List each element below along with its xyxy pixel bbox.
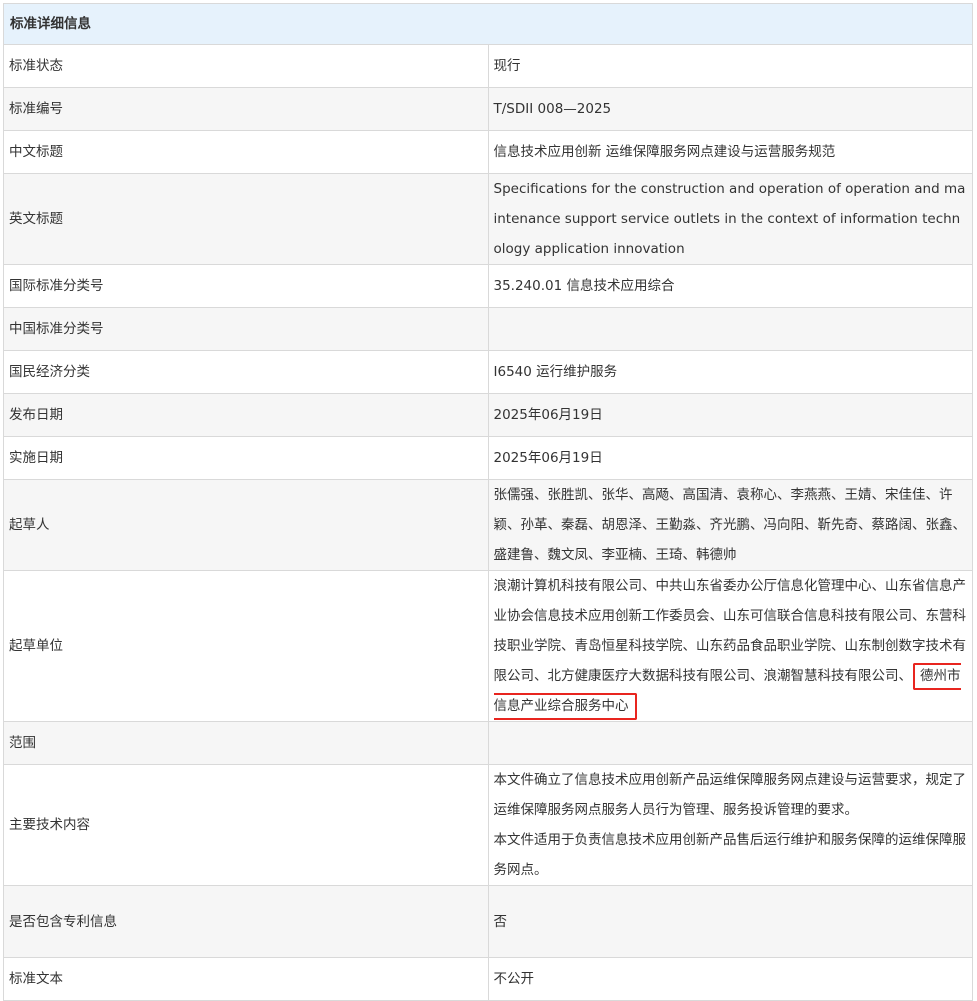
- row-label: 中国标准分类号: [3, 307, 489, 351]
- table-row: 是否包含专利信息 否: [3, 885, 973, 958]
- row-label: 标准编号: [3, 87, 489, 131]
- patent-value: 否: [487, 885, 973, 958]
- status-value: 现行: [487, 44, 973, 88]
- row-label: 起草人: [3, 479, 489, 571]
- economy-class-value: I6540 运行维护服务: [487, 350, 973, 394]
- publish-date-value: 2025年06月19日: [487, 393, 973, 437]
- ccs-value: [487, 307, 973, 351]
- table-row: 国民经济分类 I6540 运行维护服务: [3, 350, 973, 394]
- row-label: 是否包含专利信息: [3, 885, 489, 958]
- row-label: 标准文本: [3, 957, 489, 1001]
- english-title-value: Specifications for the construction and …: [487, 173, 973, 265]
- row-label: 标准状态: [3, 44, 489, 88]
- table-row: 英文标题 Specifications for the construction…: [3, 173, 973, 265]
- row-label: 中文标题: [3, 130, 489, 174]
- drafting-units-text: 浪潮计算机科技有限公司、中共山东省委办公厅信息化管理中心、山东省信息产业协会信息…: [493, 578, 967, 684]
- table-row: 标准文本 不公开: [3, 957, 973, 1001]
- ics-value: 35.240.01 信息技术应用综合: [487, 264, 973, 308]
- row-label: 国际标准分类号: [3, 264, 489, 308]
- row-label: 英文标题: [3, 173, 489, 265]
- table-row: 中国标准分类号: [3, 307, 973, 351]
- scope-value: [487, 721, 973, 765]
- table-row: 实施日期 2025年06月19日: [3, 436, 973, 480]
- row-label: 发布日期: [3, 393, 489, 437]
- effective-date-value: 2025年06月19日: [487, 436, 973, 480]
- tech-paragraph-2: 本文件适用于负责信息技术应用创新产品售后运行维护和服务保障的运维保障服务网点。: [493, 832, 967, 878]
- table-row: 国际标准分类号 35.240.01 信息技术应用综合: [3, 264, 973, 308]
- table-header-row: 标准详细信息: [3, 3, 973, 45]
- row-label: 范围: [3, 721, 489, 765]
- standard-detail-table: 标准详细信息 标准状态 现行 标准编号 T/SDII 008—2025 中文标题…: [3, 3, 973, 1001]
- row-label: 实施日期: [3, 436, 489, 480]
- standard-detail-panel: 标准详细信息 标准状态 现行 标准编号 T/SDII 008—2025 中文标题…: [3, 3, 973, 1001]
- table-row: 起草单位 浪潮计算机科技有限公司、中共山东省委办公厅信息化管理中心、山东省信息产…: [3, 570, 973, 722]
- table-row: 范围: [3, 721, 973, 765]
- row-label: 主要技术内容: [3, 764, 489, 886]
- panel-title: 标准详细信息: [3, 3, 973, 45]
- table-row: 发布日期 2025年06月19日: [3, 393, 973, 437]
- row-label: 起草单位: [3, 570, 489, 722]
- chinese-title-value: 信息技术应用创新 运维保障服务网点建设与运营服务规范: [487, 130, 973, 174]
- standard-number-value: T/SDII 008—2025: [487, 87, 973, 131]
- table-row: 标准编号 T/SDII 008—2025: [3, 87, 973, 131]
- table-row: 标准状态 现行: [3, 44, 973, 88]
- table-row: 中文标题 信息技术应用创新 运维保障服务网点建设与运营服务规范: [3, 130, 973, 174]
- tech-paragraph-1: 本文件确立了信息技术应用创新产品运维保障服务网点建设与运营要求，规定了运维保障服…: [493, 772, 967, 818]
- drafting-units-value: 浪潮计算机科技有限公司、中共山东省委办公厅信息化管理中心、山东省信息产业协会信息…: [487, 570, 973, 722]
- table-row: 起草人 张儒强、张胜凯、张华、高飏、高国清、袁称心、李燕燕、王婧、宋佳佳、许颖、…: [3, 479, 973, 571]
- drafters-value: 张儒强、张胜凯、张华、高飏、高国清、袁称心、李燕燕、王婧、宋佳佳、许颖、孙革、秦…: [487, 479, 973, 571]
- row-label: 国民经济分类: [3, 350, 489, 394]
- table-row: 主要技术内容 本文件确立了信息技术应用创新产品运维保障服务网点建设与运营要求，规…: [3, 764, 973, 886]
- tech-content-value: 本文件确立了信息技术应用创新产品运维保障服务网点建设与运营要求，规定了运维保障服…: [487, 764, 973, 886]
- standard-text-value: 不公开: [487, 957, 973, 1001]
